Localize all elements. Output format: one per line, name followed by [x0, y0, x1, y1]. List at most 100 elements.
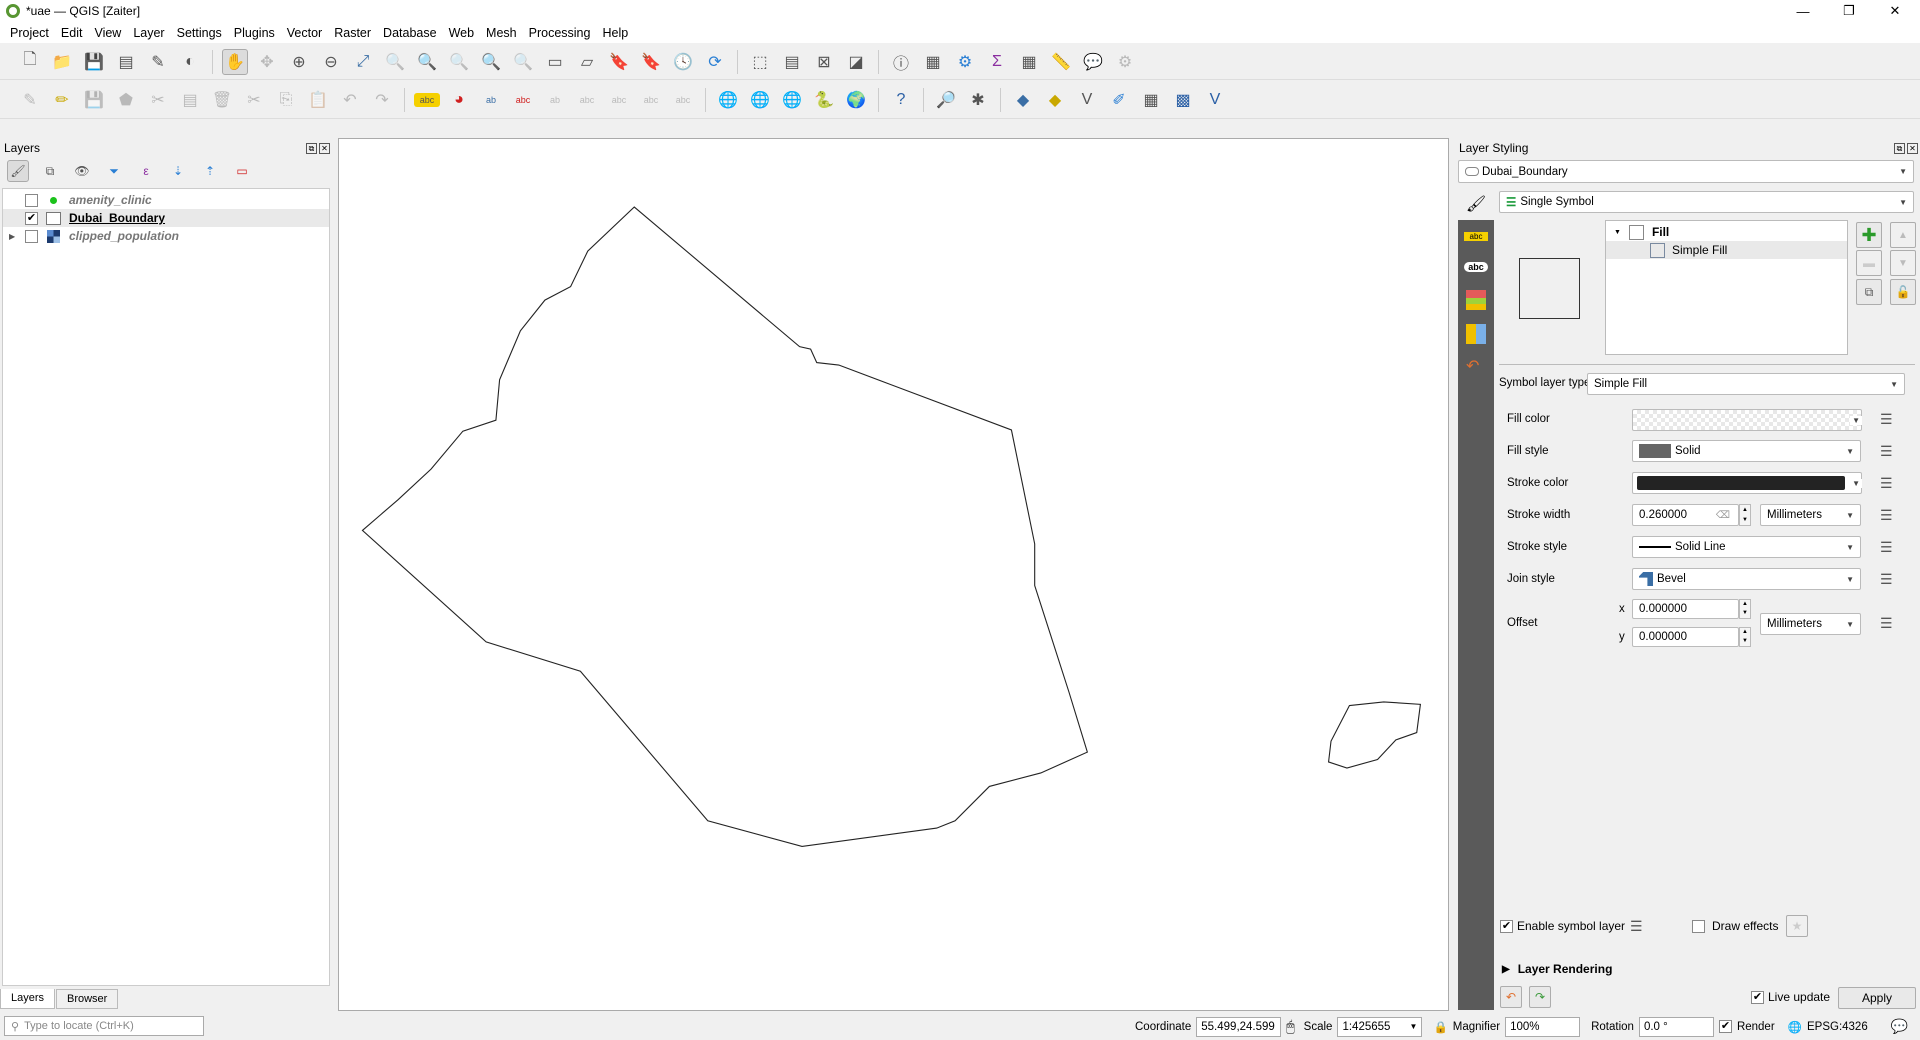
add-feature-icon[interactable]: ⬟ [113, 87, 139, 113]
new-project-icon[interactable]: 🗋 [17, 49, 43, 75]
zoom-native-icon[interactable]: 🔍 [446, 49, 472, 75]
virtual-layer-icon[interactable]: V [1202, 87, 1228, 113]
new-3d-view-icon[interactable]: ▱ [574, 49, 600, 75]
collapse-all-icon[interactable]: ⇡ [199, 160, 221, 182]
delete-selected-icon[interactable]: 🗑 [209, 87, 235, 113]
layer-styling-icon[interactable]: 🖌 [7, 160, 29, 182]
draw-effects-checkbox[interactable]: Draw effects [1692, 919, 1778, 933]
new-vertex-layer-icon[interactable]: V [1074, 87, 1100, 113]
new-map-view-icon[interactable]: ▭ [542, 49, 568, 75]
menu-plugins[interactable]: Plugins [228, 26, 281, 40]
style-manager-icon[interactable]: ◐ [177, 49, 203, 75]
undo-icon[interactable]: ↶ [337, 87, 363, 113]
join-style-combo[interactable]: Bevel ▼ [1632, 568, 1861, 590]
crs-globe-icon[interactable]: 🌐 [1788, 1020, 1802, 1034]
menu-layer[interactable]: Layer [127, 26, 170, 40]
identify-icon[interactable]: ⓘ [888, 49, 914, 75]
new-bookmark-icon[interactable]: 🔖 [606, 49, 632, 75]
statistics-icon[interactable]: Σ [984, 49, 1010, 75]
search-plugin-icon[interactable]: 🔎 [933, 87, 959, 113]
stroke-style-combo[interactable]: Solid Line ▼ [1632, 536, 1861, 558]
select-features-icon[interactable]: ⬚ [747, 49, 773, 75]
lock-scale-icon[interactable]: 🔒 [1433, 1020, 1447, 1034]
stroke-width-input[interactable]: 0.260000 ⌫ [1632, 504, 1739, 526]
stroke-color-button[interactable]: ▼ [1632, 472, 1862, 494]
close-button[interactable]: ✕ [1872, 0, 1918, 22]
vertex-tool-icon[interactable]: ✂ [145, 87, 171, 113]
minimize-button[interactable]: — [1780, 0, 1826, 22]
layer-item-clipped-population[interactable]: ▶ clipped_population [3, 227, 329, 245]
history-tab-icon[interactable]: ↶ [1466, 356, 1479, 376]
data-defined-override-icon[interactable]: ☰ [1880, 475, 1900, 491]
move-label-icon[interactable]: ab [542, 87, 568, 113]
wms-icon[interactable]: 🌐 [715, 87, 741, 113]
refresh-icon[interactable]: ⟳ [702, 49, 728, 75]
symbol-layer-type-combo[interactable]: Simple Fill ▼ [1587, 373, 1905, 395]
masks-tab-icon[interactable]: abc [1464, 262, 1488, 272]
toggle-editing-icon[interactable]: ✏ [49, 87, 75, 113]
change-label-icon[interactable]: abc [638, 87, 664, 113]
effects-star-button[interactable]: ★ [1786, 915, 1808, 937]
enable-symbol-layer-checkbox[interactable]: ✔ Enable symbol layer [1500, 919, 1625, 933]
modify-attributes-icon[interactable]: ▤ [177, 87, 203, 113]
map-canvas[interactable] [338, 138, 1449, 1011]
zoom-full-icon[interactable]: ⤢ [350, 49, 376, 75]
menu-vector[interactable]: Vector [281, 26, 328, 40]
menu-view[interactable]: View [88, 26, 127, 40]
current-edits-icon[interactable]: ✎ [17, 87, 43, 113]
plugin-tool-icon[interactable]: ✱ [965, 87, 991, 113]
3d-view-tab-icon[interactable] [1466, 290, 1486, 310]
offset-x-input[interactable]: 0.000000 [1632, 599, 1739, 619]
diagrams-tab-icon[interactable] [1466, 324, 1486, 344]
diagram-icon[interactable]: ◕ [446, 87, 472, 113]
messages-icon[interactable]: 💬 [1891, 1018, 1908, 1035]
layer-item-amenity-clinic[interactable]: amenity_clinic [3, 191, 329, 209]
float-panel-icon[interactable]: ⧉ [306, 143, 317, 154]
stroke-width-spinner[interactable]: ▲ ▼ [1739, 504, 1751, 526]
menu-web[interactable]: Web [443, 26, 480, 40]
zoom-next-icon[interactable]: 🔍 [510, 49, 536, 75]
duplicate-symbol-layer-button[interactable]: ⧉ [1856, 279, 1882, 305]
data-defined-override-icon[interactable]: ☰ [1880, 571, 1900, 587]
label-props-icon[interactable]: abc [670, 87, 696, 113]
menu-edit[interactable]: Edit [55, 26, 89, 40]
field-calculator-icon[interactable]: ▦ [920, 49, 946, 75]
copy-icon[interactable]: ⎘ [273, 87, 299, 113]
tab-layers[interactable]: Layers [0, 989, 56, 1009]
open-project-icon[interactable]: 📁 [49, 49, 75, 75]
undo-button[interactable]: ↶ [1500, 986, 1522, 1008]
lock-color-button[interactable]: 🔓 [1890, 279, 1916, 305]
map-tips-icon[interactable]: 💬 [1080, 49, 1106, 75]
select-by-value-icon[interactable]: ▤ [779, 49, 805, 75]
render-checkbox[interactable]: ✔ [1718, 1020, 1732, 1033]
wcs-icon[interactable]: 🌐 [779, 87, 805, 113]
manage-themes-icon[interactable]: 👁 [71, 160, 93, 182]
save-edits-icon[interactable]: 💾 [81, 87, 107, 113]
tab-browser[interactable]: Browser [56, 989, 119, 1009]
deselect-icon[interactable]: ⊠ [811, 49, 837, 75]
plugin-b-icon[interactable]: ◆ [1042, 87, 1068, 113]
close-panel-icon[interactable]: ✕ [1907, 143, 1918, 154]
collapse-arrow-icon[interactable]: ▼ [1614, 229, 1621, 236]
layer-select-combo[interactable]: Dubai_Boundary ▼ [1458, 160, 1914, 183]
add-symbol-layer-button[interactable]: ✚ [1856, 222, 1882, 248]
zoom-last-icon[interactable]: 🔍 [478, 49, 504, 75]
data-defined-override-icon[interactable]: ☰ [1630, 918, 1650, 934]
layout-manager-icon[interactable]: ✎ [145, 49, 171, 75]
pin-labels-icon[interactable]: ab [478, 87, 504, 113]
locator-search-input[interactable]: ⚲ Type to locate (Ctrl+K) [4, 1016, 204, 1036]
offset-unit-combo[interactable]: Millimeters ▼ [1760, 613, 1861, 635]
live-update-checkbox[interactable]: ✔ Live update [1751, 990, 1830, 1004]
fill-style-combo[interactable]: Solid ▼ [1632, 440, 1861, 462]
magnifier-input[interactable]: 100% [1505, 1016, 1581, 1037]
processing-toolbox-icon[interactable]: ⚙ [952, 49, 978, 75]
show-hide-labels-icon[interactable]: abc [574, 87, 600, 113]
checkbox-checked[interactable]: ✔ [1751, 990, 1764, 1004]
expand-all-icon[interactable]: ⇣ [167, 160, 189, 182]
fill-color-button[interactable]: ▼ [1632, 409, 1862, 431]
layer-visibility-checkbox[interactable]: ✔ [25, 211, 38, 225]
crs-button[interactable]: EPSG:4326 [1807, 1021, 1868, 1033]
save-project-icon[interactable]: 💾 [81, 49, 107, 75]
temporal-controller-icon[interactable]: 🕓 [670, 49, 696, 75]
new-raster-icon[interactable]: ▦ [1138, 87, 1164, 113]
